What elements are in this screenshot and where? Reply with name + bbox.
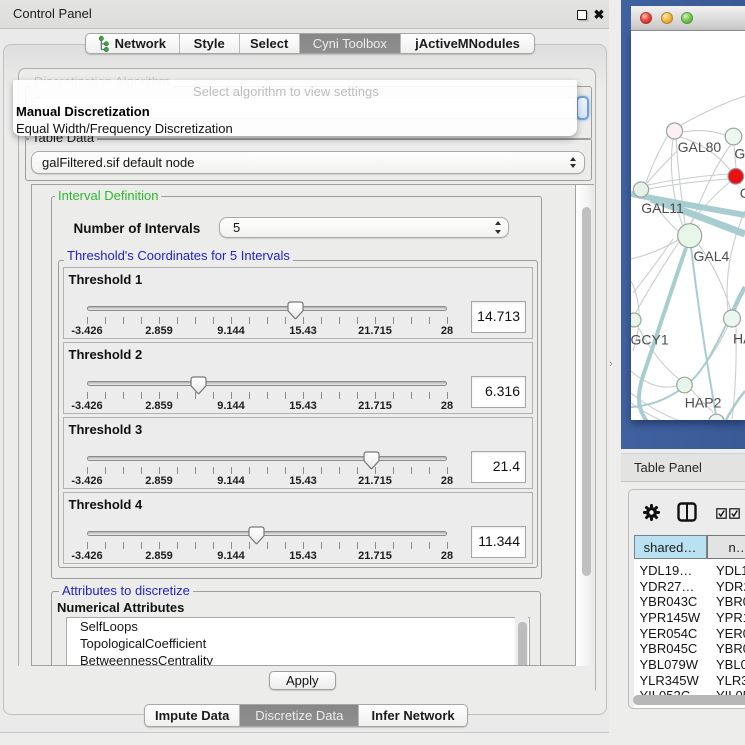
- svg-text:GA: GA: [734, 146, 745, 162]
- svg-text:GCY1: GCY1: [631, 332, 669, 348]
- svg-text:GAL11: GAL11: [641, 200, 684, 216]
- svg-text:HA: HA: [733, 331, 745, 347]
- svg-text:GAL80: GAL80: [678, 139, 722, 155]
- svg-text:CR: CR: [740, 185, 745, 201]
- svg-text:GAL4: GAL4: [694, 248, 730, 264]
- svg-text:HAP2: HAP2: [685, 395, 722, 411]
